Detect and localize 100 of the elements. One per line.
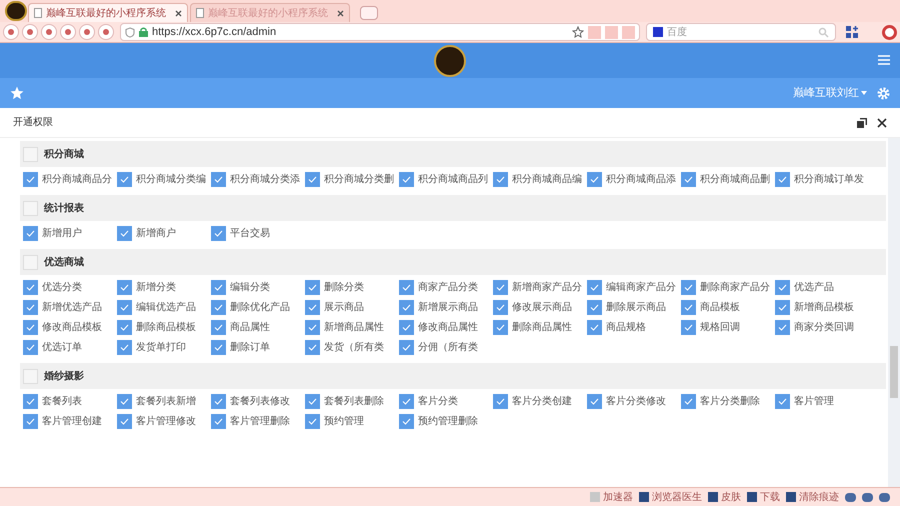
checkbox[interactable] [117,320,132,335]
checkbox[interactable] [117,300,132,315]
checkbox[interactable] [681,394,696,409]
checkbox[interactable] [23,300,38,315]
checkbox[interactable] [211,414,226,429]
status-bar-button[interactable]: 清除痕迹 [786,490,839,504]
check-icon [120,344,129,351]
permission-label: 展示商品 [324,300,364,315]
checkbox[interactable] [211,320,226,335]
checkbox[interactable] [211,340,226,355]
checkbox[interactable] [587,300,602,315]
checkbox[interactable] [493,320,508,335]
browser-tab[interactable]: 巅峰互联最好的小程序系统 [28,3,188,22]
check-icon [26,324,35,331]
checkbox[interactable] [681,280,696,295]
checkbox[interactable] [305,394,320,409]
scrollbar[interactable] [888,138,900,487]
close-icon[interactable] [337,10,344,16]
checkbox[interactable] [587,394,602,409]
permission-label: 积分商城分类编 [136,172,206,187]
search-field[interactable]: 百度 [646,23,836,41]
checkbox[interactable] [117,394,132,409]
user-menu[interactable]: 巅峰互联刘红 [793,84,867,102]
checkbox[interactable] [23,226,38,241]
checkbox[interactable] [775,172,790,187]
checkbox[interactable] [775,300,790,315]
checkbox[interactable] [399,340,414,355]
checkbox[interactable] [681,172,696,187]
checkbox[interactable] [399,414,414,429]
checkbox[interactable] [305,172,320,187]
checkbox[interactable] [305,340,320,355]
checkbox[interactable] [493,280,508,295]
checkbox[interactable] [117,226,132,241]
check-icon [120,284,129,291]
checkbox[interactable] [117,172,132,187]
checkbox[interactable] [23,394,38,409]
status-bar-button[interactable]: 浏览器医生 [639,490,702,504]
checkbox[interactable] [23,340,38,355]
checkbox[interactable] [211,172,226,187]
checkbox[interactable] [23,414,38,429]
checkbox[interactable] [493,300,508,315]
check-icon [402,398,411,405]
checkbox[interactable] [23,254,38,270]
checkbox[interactable] [305,280,320,295]
permission-label: 套餐列表删除 [324,394,384,409]
close-icon[interactable] [175,10,182,16]
checkbox[interactable] [117,280,132,295]
checkbox[interactable] [493,394,508,409]
checkbox[interactable] [775,280,790,295]
window-icon[interactable] [857,118,867,128]
apps-icon[interactable] [846,26,859,38]
checkbox[interactable] [23,368,38,384]
checkbox[interactable] [211,226,226,241]
checkbox[interactable] [493,172,508,187]
status-bar-button[interactable]: 下载 [747,490,780,504]
checkbox[interactable] [23,200,38,216]
checkbox[interactable] [587,280,602,295]
checkbox[interactable] [211,280,226,295]
checkbox[interactable] [23,280,38,295]
check-icon [120,230,129,237]
search-icon[interactable] [818,26,829,38]
checkbox[interactable] [211,300,226,315]
check-icon [214,176,223,183]
status-bar-button[interactable]: 加速器 [590,490,633,504]
checkbox[interactable] [587,320,602,335]
checkbox[interactable] [681,320,696,335]
star-icon[interactable] [572,26,584,38]
address-bar[interactable]: https://xcx.6p7c.cn/admin [120,23,640,41]
settings-icon[interactable] [882,24,897,40]
check-icon [308,398,317,405]
checkbox[interactable] [775,394,790,409]
checkbox[interactable] [305,300,320,315]
permission-label: 编辑分类 [230,280,270,295]
checkbox[interactable] [23,320,38,335]
checkbox[interactable] [399,394,414,409]
page-icon [34,8,42,18]
checkbox[interactable] [399,300,414,315]
permission-label: 新增商户 [136,226,176,241]
checkbox[interactable] [117,414,132,429]
checkbox[interactable] [775,320,790,335]
permission-label: 删除商品属性 [512,320,572,335]
checkbox[interactable] [587,172,602,187]
checkbox[interactable] [305,320,320,335]
check-icon [308,176,317,183]
check-icon [590,304,599,311]
star-icon[interactable] [10,86,24,100]
checkbox[interactable] [681,300,696,315]
permission-label: 分佣（所有类 [418,340,478,355]
menu-icon[interactable] [878,55,890,65]
checkbox[interactable] [305,414,320,429]
checkbox[interactable] [23,172,38,187]
checkbox[interactable] [23,146,38,162]
new-tab-button[interactable] [360,6,378,20]
checkbox[interactable] [211,394,226,409]
checkbox[interactable] [117,340,132,355]
checkbox[interactable] [399,320,414,335]
close-icon[interactable] [877,118,887,128]
checkbox[interactable] [399,172,414,187]
checkbox[interactable] [399,280,414,295]
status-bar-button[interactable]: 皮肤 [708,490,741,504]
